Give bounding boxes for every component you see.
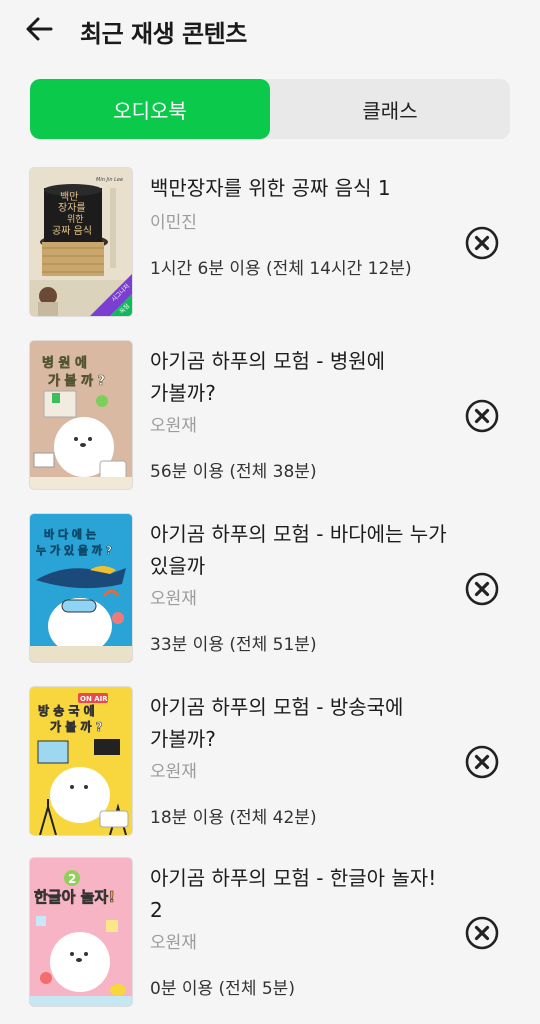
cover-title-line: 위한 <box>67 214 84 225</box>
item-title[interactable]: 아기곰 하푸의 모험 - 방송국에 가볼까? <box>150 691 458 755</box>
tab-class[interactable]: 클래스 <box>270 79 510 139</box>
book-cover[interactable]: 병 원 에 가 볼 까 ? <box>30 341 132 489</box>
item-title[interactable]: 아기곰 하푸의 모험 - 병원에 가볼까? <box>150 345 458 409</box>
back-button[interactable] <box>22 12 56 46</box>
remove-icon[interactable] <box>465 399 499 433</box>
list-item[interactable]: Min Jin Lee 백만 장자를 위한 공짜 음식 시그니처 독점 백만장자… <box>0 168 540 318</box>
item-title-line: 2 <box>150 898 163 922</box>
cover-title-line: 한글아 놀자! <box>34 888 115 906</box>
cover-title-line: 가 볼 까 ? <box>50 719 103 734</box>
item-title-line: 아기곰 하푸의 모험 - 방송국에 <box>150 695 404 719</box>
remove-icon[interactable] <box>465 745 499 779</box>
cover-illustration: Min Jin Lee 백만 장자를 위한 공짜 음식 시그니처 독점 <box>30 168 132 316</box>
item-title-line: 백만장자를 위한 공짜 음식 1 <box>150 176 391 200</box>
tab-audiobook[interactable]: 오디오북 <box>30 79 270 139</box>
item-title[interactable]: 아기곰 하푸의 모험 - 한글아 놀자! 2 <box>150 862 458 926</box>
list-item[interactable]: 2 한글아 놀자! 아기곰 하푸의 모험 - 한글아 놀자! 2 오원재 0분 … <box>0 858 540 1008</box>
cover-illustration: 병 원 에 가 볼 까 ? <box>30 341 132 489</box>
tab-bar: 오디오북 클래스 <box>30 79 510 139</box>
cover-top-text: 2 <box>68 872 76 886</box>
cover-illustration: 바 다 에 는 누 가 있 을 까 ? <box>30 514 132 662</box>
item-title[interactable]: 백만장자를 위한 공짜 음식 1 <box>150 172 458 204</box>
item-usage: 18분 이용 (전체 42분) <box>150 808 317 828</box>
list-item[interactable]: 바 다 에 는 누 가 있 을 까 ? 아기곰 하푸의 모험 - 바다에는 누가… <box>0 514 540 664</box>
item-title[interactable]: 아기곰 하푸의 모험 - 바다에는 누가 있을까 <box>150 518 458 582</box>
item-usage: 0분 이용 (전체 5분) <box>150 979 295 999</box>
item-title-line: 아기곰 하푸의 모험 - 바다에는 누가 <box>150 522 447 546</box>
cover-title-line: 공짜 음식 <box>52 225 92 237</box>
remove-icon[interactable] <box>465 226 499 260</box>
remove-icon[interactable] <box>465 916 499 950</box>
item-title-line: 아기곰 하푸의 모험 - 병원에 <box>150 349 386 373</box>
cover-title-line: 가 볼 까 ? <box>48 374 105 389</box>
book-cover[interactable]: Min Jin Lee 백만 장자를 위한 공짜 음식 시그니처 독점 <box>30 168 132 316</box>
cover-title-line: 바 다 에 는 <box>44 527 96 541</box>
cover-title-line: 장자를 <box>58 202 86 214</box>
item-usage: 1시간 6분 이용 (전체 14시간 12분) <box>150 259 412 279</box>
item-title-line: 가볼까? <box>150 381 216 405</box>
book-cover[interactable]: 바 다 에 는 누 가 있 을 까 ? <box>30 514 132 662</box>
cover-title-line: 병 원 에 <box>42 355 87 371</box>
cover-top-text: Min Jin Lee <box>96 177 123 183</box>
item-author: 오원재 <box>150 762 197 782</box>
item-title-line: 가볼까? <box>150 727 216 751</box>
item-title-line: 있을까 <box>150 554 206 578</box>
item-usage: 33분 이용 (전체 51분) <box>150 635 317 655</box>
cover-top-text: ON AIR <box>80 695 108 703</box>
book-cover[interactable]: ON AIR 방 송 국 에 가 볼 까 ? <box>30 687 132 835</box>
item-author: 오원재 <box>150 933 197 953</box>
item-author: 오원재 <box>150 416 197 436</box>
item-usage: 56분 이용 (전체 38분) <box>150 462 317 482</box>
cover-illustration: ON AIR 방 송 국 에 가 볼 까 ? <box>30 687 132 835</box>
cover-title-line: 백만 <box>60 191 78 203</box>
remove-icon[interactable] <box>465 572 499 606</box>
list-item[interactable]: 병 원 에 가 볼 까 ? 아기곰 하푸의 모험 - 병원에 가볼까? 오원재 … <box>0 341 540 491</box>
item-author: 이민진 <box>150 213 197 233</box>
page-title: 최근 재생 콘텐츠 <box>80 20 247 48</box>
item-author: 오원재 <box>150 589 197 609</box>
cover-title-line: 누 가 있 을 까 ? <box>36 543 112 557</box>
cover-title-line: 방 송 국 에 <box>38 703 95 718</box>
list-item[interactable]: ON AIR 방 송 국 에 가 볼 까 ? 아기곰 하푸의 모험 - 방송국에… <box>0 687 540 837</box>
header: 최근 재생 콘텐츠 <box>0 0 540 58</box>
book-cover[interactable]: 2 한글아 놀자! <box>30 858 132 1006</box>
item-title-line: 아기곰 하푸의 모험 - 한글아 놀자! <box>150 866 437 890</box>
cover-illustration: 2 한글아 놀자! <box>30 858 132 1006</box>
arrow-left-icon <box>26 17 53 41</box>
